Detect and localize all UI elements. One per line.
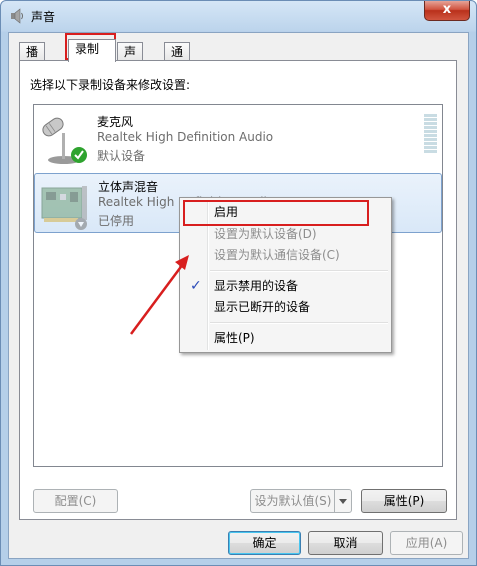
title-bar[interactable]: 声音 x [1, 1, 476, 31]
tab-sounds[interactable]: 声音 [117, 42, 144, 76]
ok-button[interactable]: 确定 [228, 531, 301, 555]
menu-item-properties[interactable]: 属性(P) [182, 328, 389, 349]
device-status: 默认设备 [97, 149, 146, 163]
cancel-button[interactable]: 取消 [308, 531, 383, 555]
highlight-enable-item [183, 200, 369, 226]
menu-item-label: 显示已断开的设备 [214, 300, 311, 314]
menu-item-label: 显示禁用的设备 [214, 279, 299, 293]
annotation-arrow-icon [129, 255, 189, 335]
menu-separator [210, 322, 388, 324]
window-title: 声音 [31, 10, 56, 24]
set-default-button[interactable]: 设为默认值(S) [250, 489, 352, 513]
tab-communications[interactable]: 通信 [164, 42, 191, 76]
microphone-icon [42, 117, 87, 164]
apply-button[interactable]: 应用(A) [390, 531, 463, 555]
menu-item-label: 设置为默认通信设备(C) [214, 248, 340, 262]
tab-playback[interactable]: 播放 [19, 42, 46, 76]
device-microphone[interactable]: 麦克风 Realtek High Definition Audio 默认设备 [34, 109, 442, 169]
speaker-icon [11, 8, 23, 24]
level-meter [424, 114, 437, 154]
device-name: 立体声混音 [98, 180, 159, 194]
instructions-text: 选择以下录制设备来修改设置: [30, 78, 191, 92]
close-button[interactable]: x [424, 1, 470, 21]
menu-item-show-disabled[interactable]: ✓ 显示禁用的设备 [182, 276, 389, 297]
configure-button[interactable]: 配置(C) [33, 489, 118, 513]
close-icon: x [442, 2, 452, 17]
tab-recording[interactable]: 录制 [68, 39, 116, 62]
menu-separator [210, 270, 388, 272]
device-status: 已停用 [98, 214, 135, 228]
menu-item-set-default-comm[interactable]: 设置为默认通信设备(C) [182, 245, 389, 266]
menu-item-label: 设置为默认设备(D) [214, 227, 317, 241]
menu-item-set-default[interactable]: 设置为默认设备(D) [182, 224, 389, 245]
properties-button[interactable]: 属性(P) [361, 489, 447, 513]
set-default-label: 设为默认值(S) [254, 494, 332, 508]
sound-card-icon [41, 186, 87, 230]
menu-item-show-disconnected[interactable]: 显示已断开的设备 [182, 297, 389, 318]
device-description: Realtek High Definition Audio [97, 130, 274, 144]
dropdown-arrow-icon[interactable] [334, 490, 351, 512]
device-name: 麦克风 [97, 115, 134, 129]
menu-item-label: 属性(P) [214, 331, 255, 345]
